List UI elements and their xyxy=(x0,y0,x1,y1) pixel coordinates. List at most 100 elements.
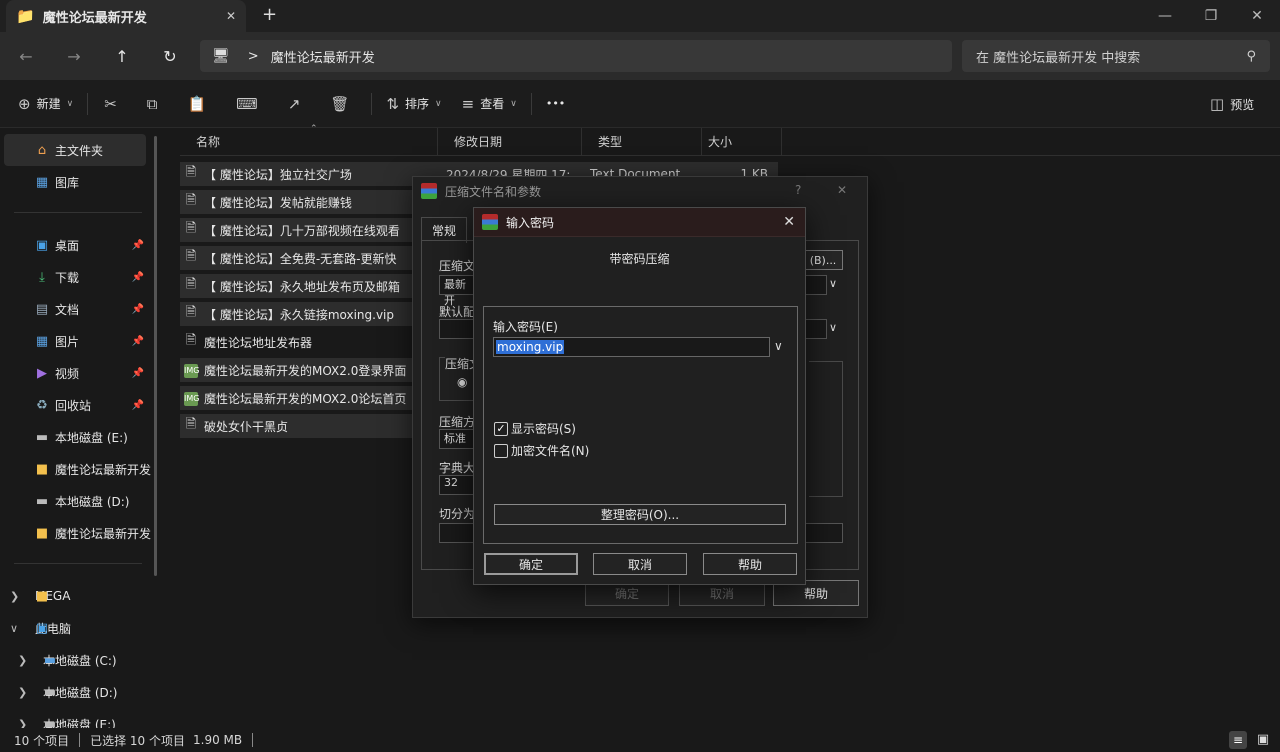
column-header-date[interactable]: 修改日期 xyxy=(438,127,582,156)
sidebar-item-label: 本地磁盘 (E:) xyxy=(55,430,128,445)
sidebar-item-recycle-bin[interactable]: ♻ 回收站 📌 xyxy=(0,389,156,421)
sort-button[interactable]: ⇅ 排序 ∨ xyxy=(376,88,451,120)
delete-button[interactable]: 🗑 xyxy=(318,88,367,120)
checkbox-icon[interactable]: ✓ xyxy=(494,421,508,436)
refresh-button[interactable]: ↻ xyxy=(150,36,190,76)
radio-icon[interactable]: ◉ xyxy=(457,375,467,389)
gallery-icon: ▦ xyxy=(35,174,49,190)
sidebar-item-drive-e[interactable]: ❯ ▬ 本地磁盘 (E:) xyxy=(0,708,156,729)
sidebar-item-videos[interactable]: ▶ 视频 📌 xyxy=(0,357,156,389)
close-window-button[interactable]: ✕ xyxy=(1234,0,1280,32)
new-tab-button[interactable]: + xyxy=(262,4,277,25)
profile-field[interactable] xyxy=(439,319,475,339)
sidebar-item-home[interactable]: ⌂ 主文件夹 xyxy=(4,134,146,166)
details-view-icon[interactable]: ≡ xyxy=(1229,731,1247,749)
column-header-size[interactable]: 大小 xyxy=(702,127,782,156)
cancel-button[interactable]: 取消 xyxy=(593,553,687,575)
sidebar-item-downloads[interactable]: ⤓ 下载 📌 xyxy=(0,261,156,293)
chevron-down-icon[interactable]: ∨ xyxy=(829,277,837,290)
cut-button[interactable]: ✂ xyxy=(92,88,135,120)
help-icon[interactable]: ? xyxy=(795,183,801,197)
preview-pane-button[interactable]: ◫ 预览 xyxy=(1200,88,1264,120)
winrar-icon xyxy=(482,214,498,230)
chevron-right-icon[interactable]: ❯ xyxy=(18,686,27,699)
folder-icon: ■ xyxy=(35,461,49,477)
share-button[interactable]: ↗ xyxy=(276,88,319,120)
status-bar: 10 个项目 已选择 10 个项目 1.90 MB xyxy=(0,728,1280,752)
download-icon: ⤓ xyxy=(39,269,45,285)
paste-button[interactable]: 📋 xyxy=(175,88,224,120)
video-icon: ▶ xyxy=(37,365,47,381)
sidebar-item-documents[interactable]: ▤ 文档 📌 xyxy=(0,293,156,325)
tab-current-folder[interactable]: 📁 魔性论坛最新开发 ✕ xyxy=(6,0,246,32)
breadcrumb-separator[interactable]: > xyxy=(248,49,259,64)
search-input[interactable]: 在 魔性论坛最新开发 中搜索 xyxy=(976,47,1246,66)
drive-icon: ▬ xyxy=(43,716,57,729)
search-box[interactable]: 在 魔性论坛最新开发 中搜索 ⚲ xyxy=(962,40,1270,72)
sidebar-item-drive-d[interactable]: ▬ 本地磁盘 (D:) xyxy=(0,485,156,517)
minimize-button[interactable]: — xyxy=(1142,0,1188,32)
copy-button[interactable]: ⧉ xyxy=(135,88,176,120)
new-button[interactable]: ⊕ 新建 ∨ xyxy=(8,88,83,120)
split-dropdown[interactable] xyxy=(805,523,843,543)
method-field[interactable]: 标准 xyxy=(439,429,475,449)
sidebar-item-mega[interactable]: ❯ ■ MEGA xyxy=(0,580,156,612)
chevron-down-icon[interactable]: ∨ xyxy=(774,339,783,353)
maximize-button[interactable]: ❐ xyxy=(1188,0,1234,32)
dialog-titlebar: 压缩文件名和参数 ? ✕ xyxy=(413,177,867,205)
archive-name-dropdown[interactable] xyxy=(805,275,827,295)
sidebar-item-drive-e[interactable]: ▬ 本地磁盘 (E:) xyxy=(0,421,156,453)
close-icon[interactable]: ✕ xyxy=(837,183,847,197)
forward-button[interactable]: → xyxy=(54,36,94,76)
sidebar-item-desktop[interactable]: ▣ 桌面 📌 xyxy=(0,229,156,261)
rename-button[interactable]: ⌨ xyxy=(224,88,276,120)
pin-icon: 📌 xyxy=(131,271,144,283)
view-button[interactable]: ≡ 查看 ∨ xyxy=(452,88,527,120)
organize-passwords-button[interactable]: 整理密码(O)... xyxy=(494,504,786,525)
tab-close-button[interactable]: ✕ xyxy=(226,9,236,23)
browse-button[interactable]: (B)... xyxy=(803,250,843,270)
column-header-type[interactable]: 类型 xyxy=(582,127,702,156)
chevron-right-icon[interactable]: ❯ xyxy=(10,590,19,603)
dictionary-field[interactable]: 32 xyxy=(439,475,475,495)
chevron-down-icon[interactable]: ∨ xyxy=(829,321,837,334)
more-options-button[interactable]: ••• xyxy=(536,88,575,120)
sidebar-item-label: 回收站 xyxy=(55,398,92,413)
chevron-right-icon[interactable]: ❯ xyxy=(18,718,27,729)
ok-button[interactable]: 确定 xyxy=(484,553,578,575)
sidebar-item-folder[interactable]: ■ 魔性论坛最新开发 xyxy=(0,453,156,485)
copy-icon: ⧉ xyxy=(146,94,158,113)
archive-name-field[interactable]: 最新开 xyxy=(439,275,475,307)
tiles-view-icon[interactable]: ▣ xyxy=(1254,731,1272,749)
close-icon[interactable]: ✕ xyxy=(783,214,795,230)
sidebar-item-gallery[interactable]: ▦ 图库 xyxy=(0,166,156,198)
sidebar-item-folder[interactable]: ■ 魔性论坛最新开发 xyxy=(0,517,156,549)
show-password-checkbox[interactable]: ✓ 显示密码(S) xyxy=(494,420,576,437)
password-heading: 带密码压缩 xyxy=(609,252,670,266)
divider xyxy=(79,733,81,747)
breadcrumb[interactable]: 魔性论坛最新开发 xyxy=(271,47,375,66)
encrypt-filenames-checkbox[interactable]: 加密文件名(N) xyxy=(494,442,589,459)
chevron-down-icon[interactable]: ∨ xyxy=(10,622,18,635)
help-button[interactable]: 帮助 xyxy=(703,553,797,575)
address-bar[interactable]: 🖥 > 魔性论坛最新开发 xyxy=(200,40,952,72)
sidebar-item-drive-c[interactable]: ❯ ▬ 本地磁盘 (C:) xyxy=(0,644,156,676)
sidebar-item-drive-d[interactable]: ❯ ▬ 本地磁盘 (D:) xyxy=(0,676,156,708)
sidebar-scrollbar[interactable] xyxy=(154,136,157,576)
password-dialog: 输入密码 ✕ 带密码压缩 输入密码(E) moxing.vip ∨ ✓ 显示密码… xyxy=(473,207,806,585)
back-button[interactable]: ← xyxy=(6,36,46,76)
navigation-pane: ⌂ 主文件夹 ▦ 图库 ▣ 桌面 📌 ⤓ 下载 📌 ▤ 文档 📌 ▦ 图片 📌 … xyxy=(0,128,156,728)
sidebar-item-this-pc[interactable]: ∨ ▣ 此电脑 xyxy=(0,612,156,644)
sidebar-item-pictures[interactable]: ▦ 图片 📌 xyxy=(0,325,156,357)
sidebar-item-label: 魔性论坛最新开发 xyxy=(55,462,152,477)
pictures-icon: ▦ xyxy=(35,333,49,349)
chevron-right-icon[interactable]: ❯ xyxy=(18,654,27,667)
chevron-down-icon: ∨ xyxy=(510,98,517,109)
checkbox-icon[interactable] xyxy=(494,443,508,458)
column-header-name[interactable]: 名称 xyxy=(180,127,438,156)
split-field[interactable] xyxy=(439,523,475,543)
up-button[interactable]: ↑ xyxy=(102,36,142,76)
profile-dropdown[interactable] xyxy=(805,319,827,339)
password-input[interactable]: moxing.vip xyxy=(493,337,770,357)
profile-label: 默认配 xyxy=(439,305,475,319)
